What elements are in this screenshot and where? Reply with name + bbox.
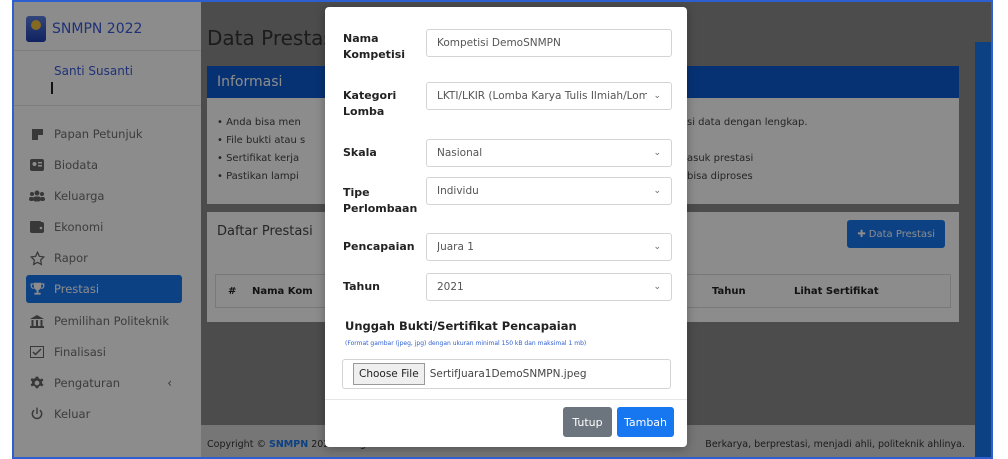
upload-note: (Format gambar (jpeg, jpg) dengan ukuran…	[345, 340, 587, 347]
choose-file-button[interactable]: Choose File	[353, 363, 425, 385]
scale-select[interactable]: Nasional ⌄	[426, 139, 672, 167]
certificate-file-input[interactable]: Choose File SertifJuara1DemoSNMPN.jpeg	[342, 359, 671, 389]
submit-button[interactable]: Tambah	[617, 407, 674, 437]
selected-file-name: SertifJuara1DemoSNMPN.jpeg	[429, 368, 587, 380]
divider	[325, 399, 687, 400]
field-label: Kategori Lomba	[343, 89, 397, 118]
chevron-down-icon: ⌄	[653, 186, 661, 196]
competition-name-input[interactable]: Kompetisi DemoSNMPN	[426, 29, 672, 57]
field-label: Pencapaian	[343, 240, 415, 253]
competition-type-select[interactable]: Individu ⌄	[426, 177, 672, 205]
chevron-down-icon: ⌄	[653, 91, 661, 101]
close-button[interactable]: Tutup	[563, 407, 612, 437]
year-select[interactable]: 2021 ⌄	[426, 273, 672, 301]
chevron-down-icon: ⌄	[653, 242, 661, 252]
field-label: Nama Kompetisi	[343, 32, 406, 61]
chevron-down-icon: ⌄	[653, 148, 661, 158]
add-achievement-modal: Nama Kompetisi Kompetisi DemoSNMPN Kateg…	[325, 7, 687, 447]
achievement-select[interactable]: Juara 1 ⌄	[426, 233, 672, 261]
field-label: Skala	[343, 146, 377, 159]
field-label: Tahun	[343, 280, 381, 293]
chevron-down-icon: ⌄	[653, 282, 661, 292]
field-label: Tipe Perlombaan	[343, 186, 418, 215]
category-select[interactable]: LKTI/LKIR (Lomba Karya Tulis Ilmiah/Lomb…	[426, 82, 672, 110]
upload-title: Unggah Bukti/Sertifikat Pencapaian	[345, 319, 577, 333]
app-frame: SNMPN 2022 Santi Susanti Papan Petunjuk …	[12, 0, 993, 459]
